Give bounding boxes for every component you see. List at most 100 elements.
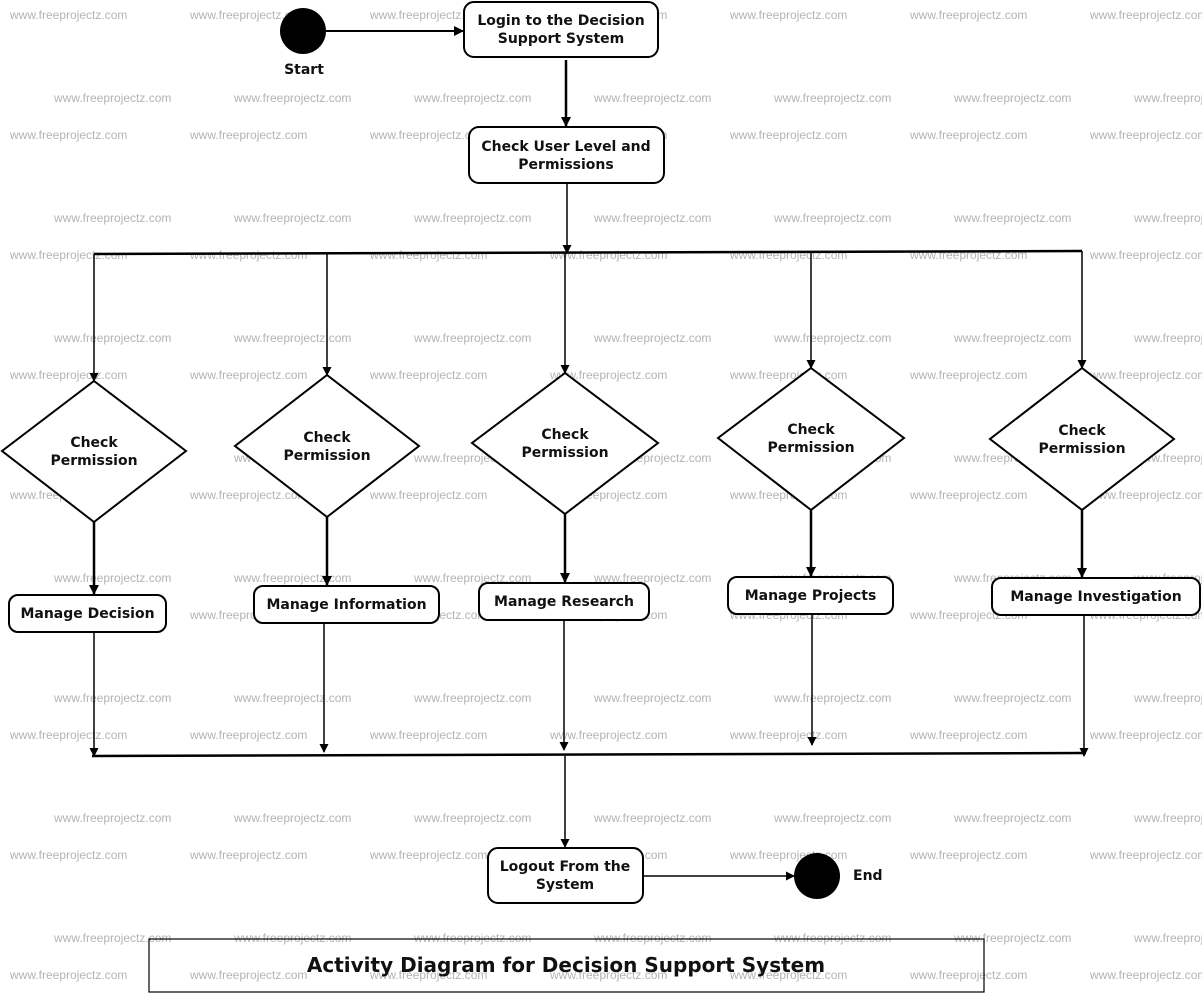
decision-label-line2: Permission (767, 440, 854, 456)
watermark-text: www.freeprojectz.com (189, 128, 307, 142)
decision-label-line1: Check (1058, 423, 1106, 439)
decision-label-line1: Check (303, 430, 351, 446)
watermark-text: www.freeprojectz.com (189, 248, 307, 262)
watermark-text: www.freeprojectz.com (1133, 931, 1202, 945)
watermark-text: www.freeprojectz.com (909, 728, 1027, 742)
watermark-text: www.freeprojectz.com (773, 811, 891, 825)
branches: Check Permission Manage Decision Check Permi… (0, 251, 1201, 757)
watermark-text: www.freeprojectz.com (233, 331, 351, 345)
watermark-text: www.freeprojectz.com (1133, 211, 1202, 225)
watermark-text: www.freeprojectz.com (53, 91, 171, 105)
watermark-text: www.freeprojectz.com (909, 848, 1027, 862)
watermark-text: www.freeprojectz.com (369, 728, 487, 742)
watermark-text: www.freeprojectz.com (369, 488, 487, 502)
watermark-text: www.freeprojectz.com (593, 811, 711, 825)
activity-manage-research[interactable]: Manage Research (478, 582, 650, 621)
activity-logout[interactable]: Logout From the System (487, 847, 644, 904)
decision-label-line2: Permission (521, 445, 608, 461)
activity-manage-investigation[interactable]: Manage Investigation (991, 577, 1201, 616)
watermark-text: www.freeprojectz.com (909, 968, 1027, 982)
watermark-text: www.freeprojectz.com (189, 728, 307, 742)
activity-label: Manage Projects (745, 588, 877, 604)
watermark-text: www.freeprojectz.com (593, 91, 711, 105)
watermark-text: www.freeprojectz.com (909, 368, 1027, 382)
watermark-text: www.freeprojectz.com (9, 368, 127, 382)
watermark-text: www.freeprojectz.com (413, 691, 531, 705)
end-label: End (853, 868, 883, 884)
watermark-text: www.freeprojectz.com (413, 211, 531, 225)
watermark-text: www.freeprojectz.com (369, 368, 487, 382)
watermark-text: www.freeprojectz.com (189, 488, 307, 502)
watermark-text: www.freeprojectz.com (773, 331, 891, 345)
watermark-text: www.freeprojectz.com (729, 128, 847, 142)
watermark-text: www.freeprojectz.com (729, 728, 847, 742)
watermark-text: www.freeprojectz.com (53, 931, 171, 945)
start-label: Start (284, 62, 324, 78)
watermark-text: www.freeprojectz.com (233, 931, 351, 945)
branch-column: Check Permission Manage Investigation (988, 251, 1201, 757)
activity-label: Manage Investigation (1010, 589, 1181, 605)
watermark-text: www.freeprojectz.com (953, 91, 1071, 105)
watermark-text: www.freeprojectz.com (53, 811, 171, 825)
watermark-text: www.freeprojectz.com (1089, 848, 1202, 862)
watermark-text: www.freeprojectz.com (593, 331, 711, 345)
watermark-text: www.freeprojectz.com (189, 368, 307, 382)
watermark-text: www.freeprojectz.com (729, 248, 847, 262)
end-node[interactable] (794, 853, 840, 899)
watermark-text: www.freeprojectz.com (53, 211, 171, 225)
activity-manage-decision[interactable]: Manage Decision (8, 594, 167, 633)
watermark-text: www.freeprojectz.com (953, 811, 1071, 825)
activity-manage-information[interactable]: Manage Information (253, 585, 440, 624)
watermark-text: www.freeprojectz.com (1133, 91, 1202, 105)
watermark-text: www.freeprojectz.com (369, 248, 487, 262)
watermark-text: www.freeprojectz.com (729, 8, 847, 22)
watermark-text: www.freeprojectz.com (729, 368, 847, 382)
watermark-text: www.freeprojectz.com (413, 91, 531, 105)
watermark-text: www.freeprojectz.com (773, 931, 891, 945)
watermark-text: www.freeprojectz.com (413, 331, 531, 345)
watermark-text: www.freeprojectz.com (189, 848, 307, 862)
activity-check-user-level[interactable]: Check User Level and Permissions (468, 126, 665, 184)
activity-manage-projects[interactable]: Manage Projects (727, 576, 894, 615)
watermark-text: www.freeprojectz.com (549, 728, 667, 742)
watermark-text: www.freeprojectz.com (9, 8, 127, 22)
activity-check-user-line2: Permissions (518, 157, 613, 173)
watermark-text: www.freeprojectz.com (233, 571, 351, 585)
start-node[interactable] (280, 8, 326, 54)
watermark-text: www.freeprojectz.com (53, 691, 171, 705)
watermark-text: www.freeprojectz.com (9, 848, 127, 862)
branch-column: Check Permission Manage Decision (0, 254, 188, 757)
watermark-text: www.freeprojectz.com (1089, 128, 1202, 142)
activity-check-user-line1: Check User Level and (481, 139, 650, 155)
activity-label: Manage Information (266, 597, 426, 613)
watermark-text: www.freeprojectz.com (233, 91, 351, 105)
decision-label-line1: Check (70, 435, 118, 451)
join-bar (91, 751, 1087, 758)
watermark-text: www.freeprojectz.com (1089, 248, 1202, 262)
decision-label-line2: Permission (283, 448, 370, 464)
watermark-text: www.freeprojectz.com (909, 488, 1027, 502)
decision-label-line2: Permission (50, 453, 137, 469)
activity-logout-line2: System (536, 877, 594, 893)
watermark-text: www.freeprojectz.com (593, 211, 711, 225)
watermark-text: www.freeprojectz.com (593, 691, 711, 705)
decision-label-line1: Check (787, 422, 835, 438)
watermark-text: www.freeprojectz.com (773, 91, 891, 105)
watermark-text: www.freeprojectz.com (9, 968, 127, 982)
activity-diagram: www.freeprojectz.com www.freeprojectz.com… (0, 1, 1202, 993)
watermark-text: www.freeprojectz.com (1089, 8, 1202, 22)
activity-logout-line1: Logout From the (500, 859, 631, 875)
watermark-text: www.freeprojectz.com (413, 931, 531, 945)
watermark-text: www.freeprojectz.com (1089, 968, 1202, 982)
branch-column: Check Permission Manage Information (233, 254, 440, 753)
watermark-text: www.freeprojectz.com (953, 211, 1071, 225)
watermark-text: www.freeprojectz.com (953, 331, 1071, 345)
watermark-text: www.freeprojectz.com (1133, 811, 1202, 825)
watermark-text: www.freeprojectz.com (413, 811, 531, 825)
decision-label-line1: Check (541, 427, 589, 443)
diagram-title-box: Activity Diagram for Decision Support Sy… (148, 938, 985, 993)
activity-login[interactable]: Login to the Decision Support System (463, 1, 659, 58)
watermark-text: www.freeprojectz.com (909, 8, 1027, 22)
watermark-text: www.freeprojectz.com (9, 128, 127, 142)
watermark-text: www.freeprojectz.com (953, 931, 1071, 945)
